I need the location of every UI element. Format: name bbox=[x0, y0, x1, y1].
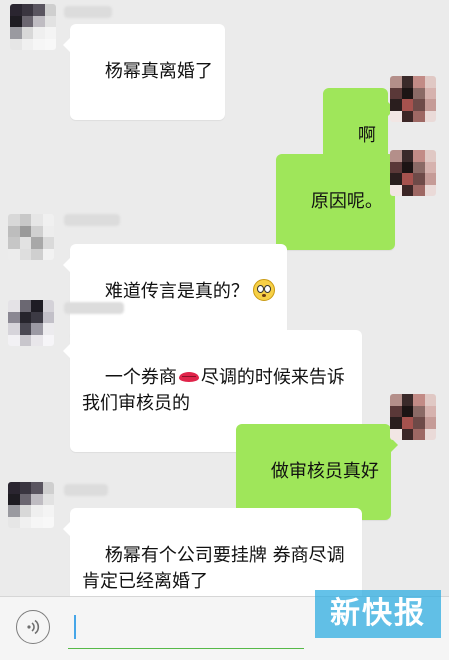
lips-emoji bbox=[178, 372, 199, 382]
chat-area[interactable]: 杨幂真离婚了 啊 原因呢。 难道传言是真的？ 一个券商 尽调的时候来告诉 我们审… bbox=[0, 0, 449, 630]
my-avatar[interactable] bbox=[390, 394, 436, 440]
my-avatar[interactable] bbox=[390, 76, 436, 122]
message-text: 难道传言是真的？ bbox=[104, 281, 249, 302]
contact-avatar[interactable] bbox=[8, 214, 54, 260]
message-text: 原因呢。 bbox=[310, 191, 383, 212]
message-bubble-incoming[interactable]: 杨幂真离婚了 bbox=[63, 24, 225, 120]
contact-avatar[interactable] bbox=[10, 4, 56, 50]
message-text: 杨幂有个公司要挂牌 券商尽调 肯定已经离婚了 bbox=[82, 545, 345, 592]
message-text: 杨幂真离婚了 bbox=[104, 61, 213, 82]
sender-name-blurred bbox=[64, 214, 120, 226]
text-cursor bbox=[74, 615, 76, 639]
message-text: 一个券商 bbox=[104, 367, 177, 388]
message-text-input[interactable] bbox=[68, 609, 304, 649]
sender-name-blurred bbox=[64, 6, 112, 18]
message-text: 啊 bbox=[357, 125, 376, 146]
sender-name-blurred bbox=[64, 302, 124, 314]
message-bubble-outgoing[interactable]: 做审核员真好 bbox=[236, 424, 398, 520]
message-bubble-incoming[interactable]: 难道传言是真的？ bbox=[63, 244, 287, 340]
flushed-face-emoji bbox=[252, 279, 275, 301]
watermark-logo: 新快报 bbox=[315, 590, 441, 638]
message-text: 做审核员真好 bbox=[270, 461, 379, 482]
contact-avatar[interactable] bbox=[8, 300, 54, 346]
voice-input-icon[interactable] bbox=[16, 610, 50, 644]
my-avatar[interactable] bbox=[390, 150, 436, 196]
sender-name-blurred bbox=[64, 484, 108, 496]
contact-avatar[interactable] bbox=[8, 482, 54, 528]
message-bubble-outgoing[interactable]: 原因呢。 bbox=[276, 154, 402, 250]
